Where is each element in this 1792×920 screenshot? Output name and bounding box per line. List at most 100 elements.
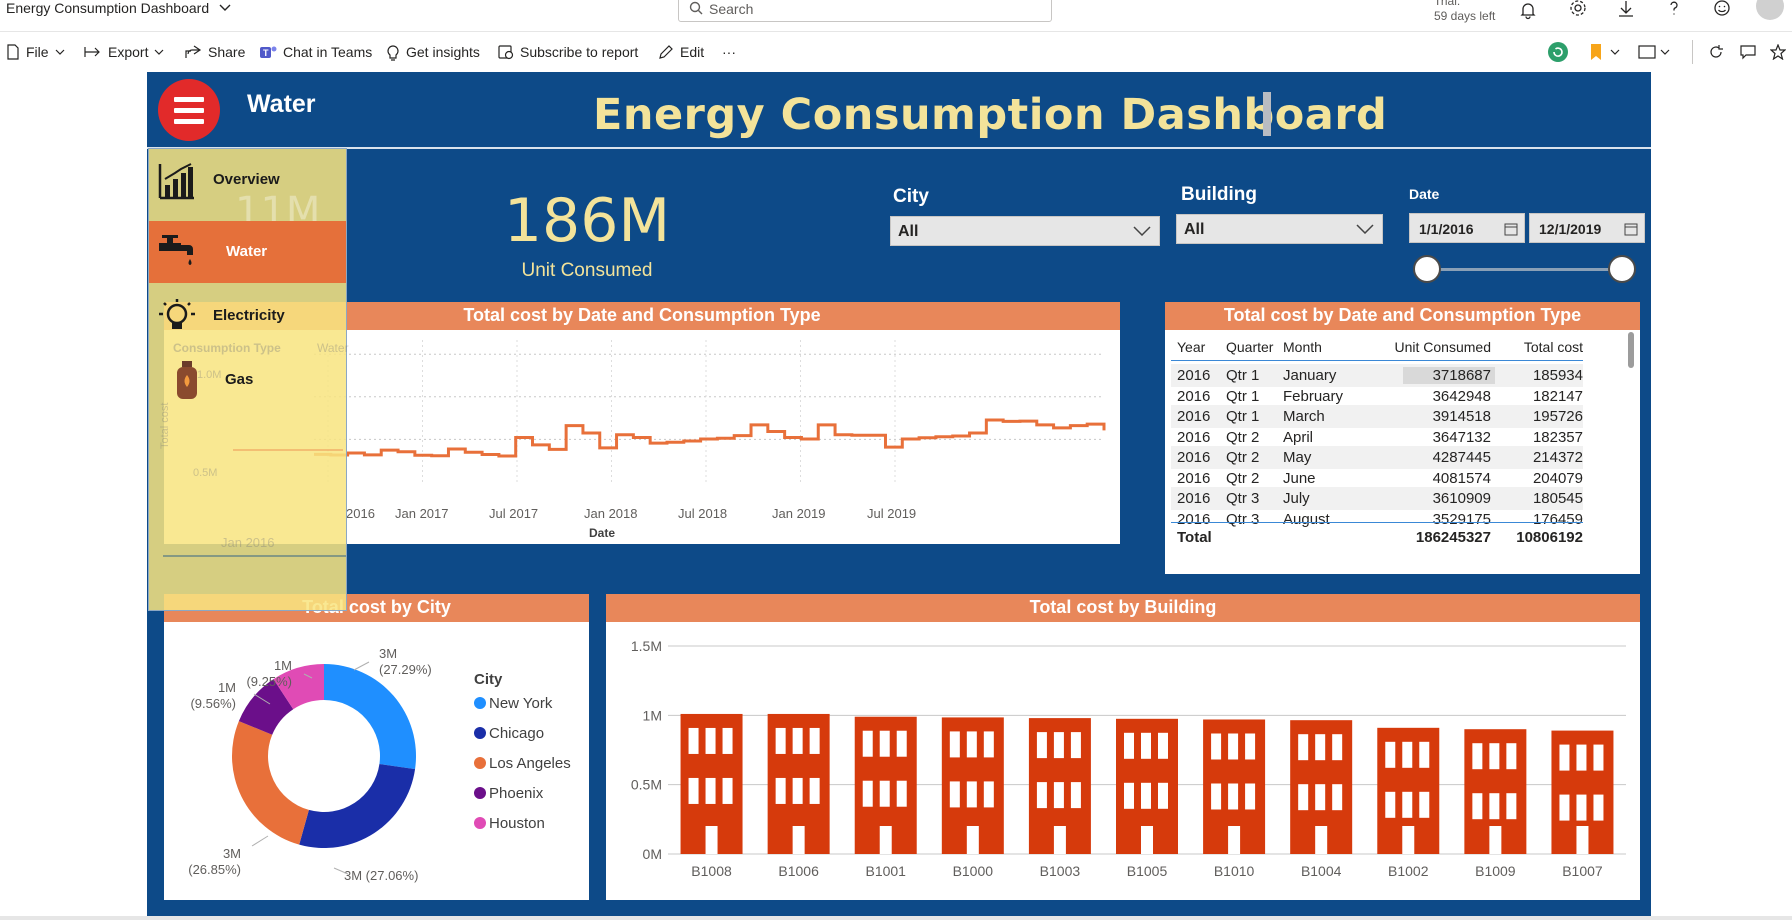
more-options-button[interactable]: ···: [722, 42, 736, 62]
edit-button[interactable]: Edit: [658, 42, 704, 62]
subscribe-button[interactable]: Subscribe to report: [498, 42, 638, 62]
city-dropdown[interactable]: All: [890, 216, 1160, 246]
get-insights-button[interactable]: Get insights: [386, 42, 480, 62]
table-cell: March: [1283, 408, 1325, 425]
chevron-down-icon[interactable]: [1610, 48, 1620, 56]
window: [1158, 782, 1168, 809]
city-slicer-label: City: [893, 186, 929, 207]
bookmark-icon[interactable]: [1588, 42, 1604, 62]
window: [792, 777, 803, 804]
date-slider-start-handle[interactable]: [1413, 255, 1441, 283]
command-bar: File Export Share T Chat in Teams Get in…: [0, 36, 1792, 68]
table-cell: 176459: [1532, 510, 1583, 528]
window: [1070, 782, 1081, 809]
bar-chart[interactable]: 0M 0.5M 1M 1.5M B1008 B1006 B1001 B1000 B1003 B10…: [606, 622, 1640, 900]
x-tick-label: B1007: [1562, 863, 1603, 879]
window: [1298, 784, 1309, 811]
x-tick-label: Jan 2018: [584, 506, 638, 521]
help-icon[interactable]: [1664, 0, 1684, 20]
refresh-status-icon[interactable]: [1548, 42, 1568, 62]
table-scrollbar[interactable]: [1628, 332, 1634, 368]
donut-chart[interactable]: 3M (27.29%) 3M (27.06%) 3M (26.85%) 1M (9.56%)…: [164, 622, 589, 900]
search-box[interactable]: Search: [678, 0, 1052, 22]
share-button[interactable]: Share: [184, 42, 245, 62]
nav-item-electricity[interactable]: Electricity: [149, 285, 346, 347]
window: [983, 781, 994, 808]
download-icon[interactable]: [1616, 0, 1636, 20]
window: [775, 727, 786, 754]
view-icon[interactable]: [1638, 44, 1656, 60]
table-cell: 2016: [1177, 408, 1211, 425]
window: [1506, 743, 1517, 770]
nav-item-water[interactable]: Water: [149, 221, 346, 283]
x-tick-label: B1004: [1301, 863, 1342, 879]
door: [1053, 826, 1066, 854]
trial-days: 59 days left: [1434, 9, 1496, 23]
hamburger-menu-button[interactable]: [158, 79, 220, 141]
reload-icon[interactable]: [1708, 44, 1724, 60]
window: [705, 727, 716, 754]
table-cell: Qtr 2: [1226, 469, 1260, 487]
table-cell: February: [1283, 387, 1344, 405]
nav-item-overview[interactable]: Overview: [149, 149, 346, 211]
header-underline: [1171, 360, 1583, 361]
donut-chart-card[interactable]: Total cost by City 3M (27.29%) 3M (27.06%)…: [164, 594, 589, 900]
window: [1245, 783, 1256, 810]
star-icon[interactable]: [1770, 44, 1786, 60]
bar-B1009: [1464, 729, 1527, 854]
date-start-input[interactable]: 1/1/2016: [1409, 213, 1525, 243]
file-label: File: [26, 44, 49, 60]
chevron-down-icon[interactable]: [1660, 48, 1670, 56]
window: [1472, 793, 1483, 820]
window: [1402, 791, 1413, 818]
export-menu[interactable]: Export: [84, 42, 164, 62]
table-total-row[interactable]: Total 186245327 10806192: [1171, 526, 1583, 549]
chat-in-teams-button[interactable]: T Chat in Teams: [259, 42, 372, 62]
lightbulb-icon: [159, 299, 195, 329]
nav-label-overview: Overview: [213, 171, 280, 188]
window: [1332, 734, 1343, 761]
calendar-icon[interactable]: [1624, 222, 1638, 236]
x-tick-label: 2016: [346, 506, 375, 521]
donut-slice-los-angeles: [232, 721, 309, 845]
window: [1489, 793, 1500, 820]
table-cell: 2016: [1177, 449, 1211, 466]
bell-icon[interactable]: [1518, 0, 1538, 20]
date-end-input[interactable]: 12/1/2019: [1529, 213, 1645, 243]
comment-icon[interactable]: [1740, 44, 1756, 60]
table-cell: 180545: [1532, 490, 1583, 507]
window: [949, 781, 960, 808]
table-card[interactable]: Total cost by Date and Consumption Type …: [1165, 302, 1640, 574]
faucet-icon: [159, 235, 193, 265]
building-dropdown[interactable]: All: [1176, 214, 1383, 244]
window: [966, 731, 977, 758]
calendar-icon[interactable]: [1504, 222, 1518, 236]
bar-chart-card[interactable]: Total cost by Building 0M 0.5M 1M 1.5M B1008…: [606, 594, 1640, 900]
gear-icon[interactable]: [1568, 0, 1588, 20]
nav-item-gas[interactable]: Gas: [149, 349, 346, 411]
table-header-row[interactable]: Year Quarter Month Unit Consumed Total cost: [1171, 336, 1583, 359]
table-cell: Total cost: [1523, 339, 1583, 355]
gas-cylinder-icon: [177, 361, 197, 399]
search-icon: [689, 1, 703, 15]
date-slider-end-handle[interactable]: [1608, 255, 1636, 283]
smiley-icon[interactable]: [1712, 0, 1732, 20]
table-cell: 2016: [1177, 490, 1211, 507]
window: [896, 730, 907, 757]
window: [1228, 783, 1239, 810]
door: [1141, 826, 1153, 854]
window: [896, 780, 907, 807]
table-cell: 204079: [1532, 469, 1583, 487]
table-cell: 3718687: [1402, 367, 1495, 384]
date-slider-track[interactable]: [1427, 268, 1623, 271]
file-menu[interactable]: File: [6, 42, 65, 62]
window: [1593, 794, 1604, 821]
avatar[interactable]: [1756, 0, 1784, 20]
export-label: Export: [108, 44, 149, 60]
table-cell: 2016: [1177, 428, 1211, 446]
report-title-menu[interactable]: Energy Consumption Dashboard: [6, 0, 231, 16]
window-title: Energy Consumption Dashboard: [6, 0, 210, 16]
door: [792, 826, 805, 854]
legend-item: New York: [489, 695, 553, 712]
legend-item: Chicago: [489, 725, 544, 742]
